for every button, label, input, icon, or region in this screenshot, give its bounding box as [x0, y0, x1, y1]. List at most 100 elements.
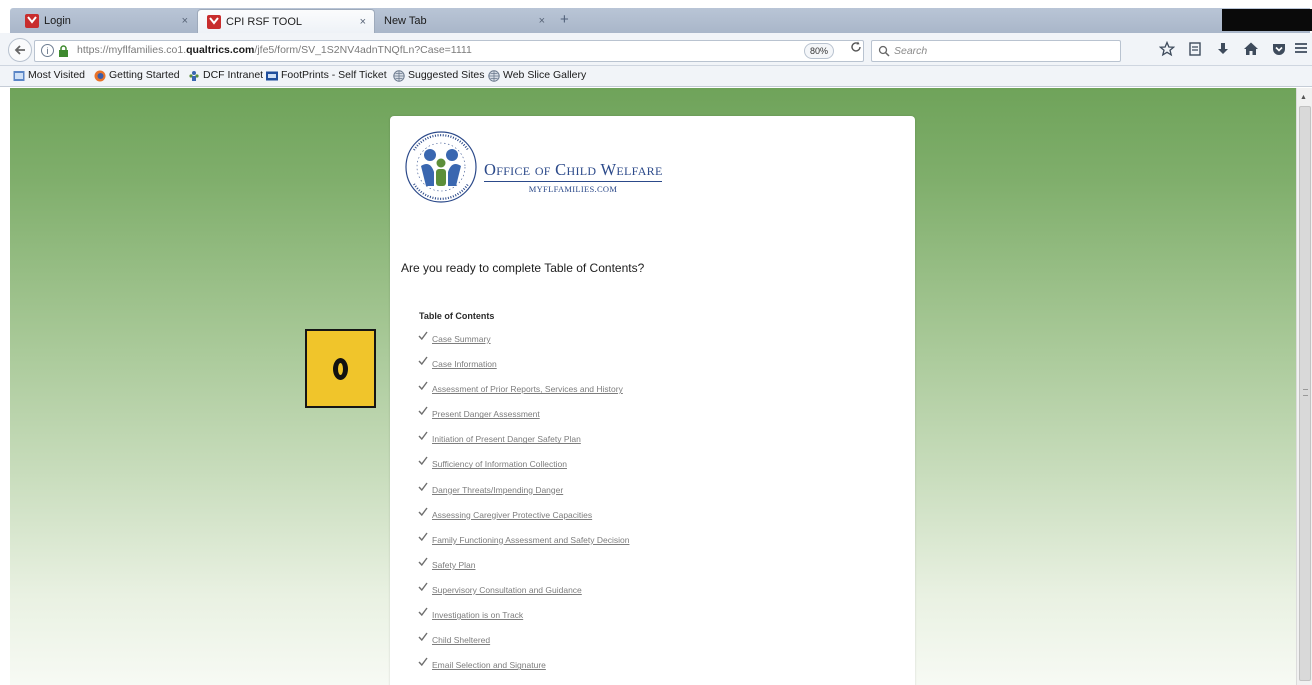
question-text: Are you ready to complete Table of Conte… — [401, 261, 645, 275]
tab-cpi-rsf-tool-label: CPI RSF TOOL — [226, 16, 303, 28]
dcf-seal-icon — [405, 131, 477, 203]
tab-new-tab-close-icon[interactable]: × — [539, 9, 545, 33]
globe-icon — [393, 70, 405, 82]
toc-item: Case Summary — [418, 329, 818, 354]
annotation-marker: 0 — [305, 329, 376, 408]
scroll-thumb[interactable] — [1299, 106, 1311, 681]
home-icon[interactable] — [1242, 41, 1260, 59]
survey-card: Office of Child Welfare MYFLFAMILIES.COM… — [390, 116, 915, 685]
toc-link[interactable]: Investigation is on Track — [432, 610, 523, 620]
redacted-region — [1222, 9, 1312, 31]
toc-link[interactable]: Initiation of Present Danger Safety Plan — [432, 434, 581, 444]
toc-link[interactable]: Supervisory Consultation and Guidance — [432, 585, 582, 595]
firefox-icon — [94, 70, 106, 82]
toc-link[interactable]: Case Summary — [432, 334, 491, 344]
toc-link[interactable]: Sufficiency of Information Collection — [432, 459, 567, 469]
toc-link[interactable]: Assessment of Prior Reports, Services an… — [432, 384, 623, 394]
toc-item: Case Information — [418, 354, 818, 379]
toc-link[interactable]: Assessing Caregiver Protective Capacitie… — [432, 510, 592, 520]
tab-new-tab[interactable]: New Tab × — [368, 9, 553, 33]
toc-item: Investigation is on Track — [418, 605, 818, 630]
tab-new-tab-label: New Tab — [384, 15, 427, 27]
toc-heading: Table of Contents — [419, 311, 495, 321]
toc-link[interactable]: Present Danger Assessment — [432, 409, 540, 419]
dcf-icon — [189, 71, 199, 81]
toc-item: Supervisory Consultation and Guidance — [418, 580, 818, 605]
bookmark-label: Getting Started — [109, 69, 180, 81]
toc-item: Child Sheltered — [418, 630, 818, 655]
toc-item: Family Functioning Assessment and Safety… — [418, 530, 818, 555]
annotation-glyph: 0 — [332, 357, 348, 380]
site-info-icon[interactable]: i — [41, 44, 54, 57]
qualtrics-favicon-icon — [207, 15, 221, 29]
checkmark-icon — [418, 457, 428, 466]
checkmark-icon — [418, 431, 428, 441]
toc-link[interactable]: Child Sheltered — [432, 635, 490, 645]
checkmark-icon — [418, 532, 428, 541]
toc-link[interactable]: Danger Threats/Impending Danger — [432, 485, 563, 495]
checkmark-icon — [418, 582, 428, 591]
tab-cpi-rsf-tool-close-icon[interactable]: × — [360, 10, 366, 34]
toc-link[interactable]: Case Information — [432, 359, 497, 369]
tab-login-label: Login — [44, 15, 71, 27]
bookmark-getting-started[interactable]: Getting Started — [94, 69, 180, 82]
toc-list: Case Summary Case Information Assessment o… — [418, 329, 818, 680]
toc-link[interactable]: Email Selection and Signature — [432, 660, 546, 670]
toc-item: Assessing Caregiver Protective Capacitie… — [418, 505, 818, 530]
office-of-child-welfare-logo: Office of Child Welfare MYFLFAMILIES.COM — [404, 130, 704, 210]
toc-item: Danger Threats/Impending Danger — [418, 480, 818, 505]
checkmark-icon — [418, 507, 428, 516]
checkmark-icon — [418, 607, 428, 617]
pocket-icon[interactable] — [1270, 41, 1288, 59]
toc-link[interactable]: Family Functioning Assessment and Safety… — [432, 535, 629, 545]
star-icon[interactable] — [1158, 40, 1176, 59]
logo-divider — [484, 181, 662, 182]
bookmark-label: Suggested Sites — [408, 69, 485, 81]
download-icon[interactable] — [1214, 41, 1232, 59]
scroll-up-icon[interactable]: ▲ — [1300, 94, 1307, 101]
checkmark-icon — [418, 381, 428, 391]
navigation-bar: i https://myflfamilies.co1.qualtrics.com… — [0, 33, 1312, 66]
tab-cpi-rsf-tool[interactable]: CPI RSF TOOL × — [197, 9, 375, 33]
bookmark-web-slice-gallery[interactable]: Web Slice Gallery — [488, 69, 586, 82]
search-icon — [878, 45, 890, 57]
tab-login[interactable]: Login × — [16, 9, 196, 33]
bookmark-suggested-sites[interactable]: Suggested Sites — [393, 69, 485, 82]
tab-login-close-icon[interactable]: × — [182, 9, 188, 33]
bookmark-dcf-intranet[interactable]: DCF Intranet — [188, 69, 263, 81]
bookmark-label: DCF Intranet — [203, 69, 264, 81]
back-arrow-icon — [14, 45, 25, 55]
new-tab-button[interactable]: + — [560, 9, 569, 31]
vertical-scrollbar[interactable]: ▲ — [1296, 88, 1312, 685]
bookmark-footprints[interactable]: FootPrints - Self Ticket — [266, 69, 387, 81]
back-button[interactable] — [8, 38, 32, 62]
checkmark-icon — [418, 331, 428, 340]
search-bar[interactable]: Search — [871, 40, 1121, 62]
reload-icon[interactable] — [850, 41, 862, 56]
bookmark-most-visited[interactable]: Most Visited — [13, 69, 85, 81]
checkmark-icon — [418, 482, 428, 491]
toc-link[interactable]: Safety Plan — [432, 560, 475, 570]
toc-item: Safety Plan — [418, 555, 818, 580]
url-text[interactable]: https://myflfamilies.co1.qualtrics.com/j… — [77, 44, 472, 56]
checkmark-icon — [418, 356, 428, 366]
reading-list-icon[interactable] — [1186, 41, 1204, 59]
bookmark-label: Most Visited — [28, 69, 85, 81]
logo-title: Office of Child Welfare — [484, 160, 663, 179]
lock-icon — [59, 45, 68, 57]
toc-item: Sufficiency of Information Collection — [418, 454, 818, 479]
checkmark-icon — [418, 406, 428, 416]
bookmarks-bar: Most Visited Getting Started DCF Intrane… — [0, 66, 1312, 87]
checkmark-icon — [418, 557, 428, 566]
menu-icon[interactable] — [1292, 41, 1310, 59]
globe-icon — [488, 70, 500, 82]
toc-item: Present Danger Assessment — [418, 404, 818, 429]
url-path: /jfe5/form/SV_1S2NV4adnTNQfLn?Case=1111 — [254, 44, 472, 56]
address-bar[interactable]: i https://myflfamilies.co1.qualtrics.com… — [34, 40, 864, 62]
checkmark-icon — [418, 632, 428, 642]
search-placeholder: Search — [894, 45, 928, 57]
scroll-grip-icon — [1303, 389, 1308, 396]
bookmarks-folder-icon — [13, 71, 25, 81]
url-prefix: https://myflfamilies.co1. — [77, 44, 187, 56]
zoom-indicator[interactable]: 80% — [804, 43, 834, 59]
